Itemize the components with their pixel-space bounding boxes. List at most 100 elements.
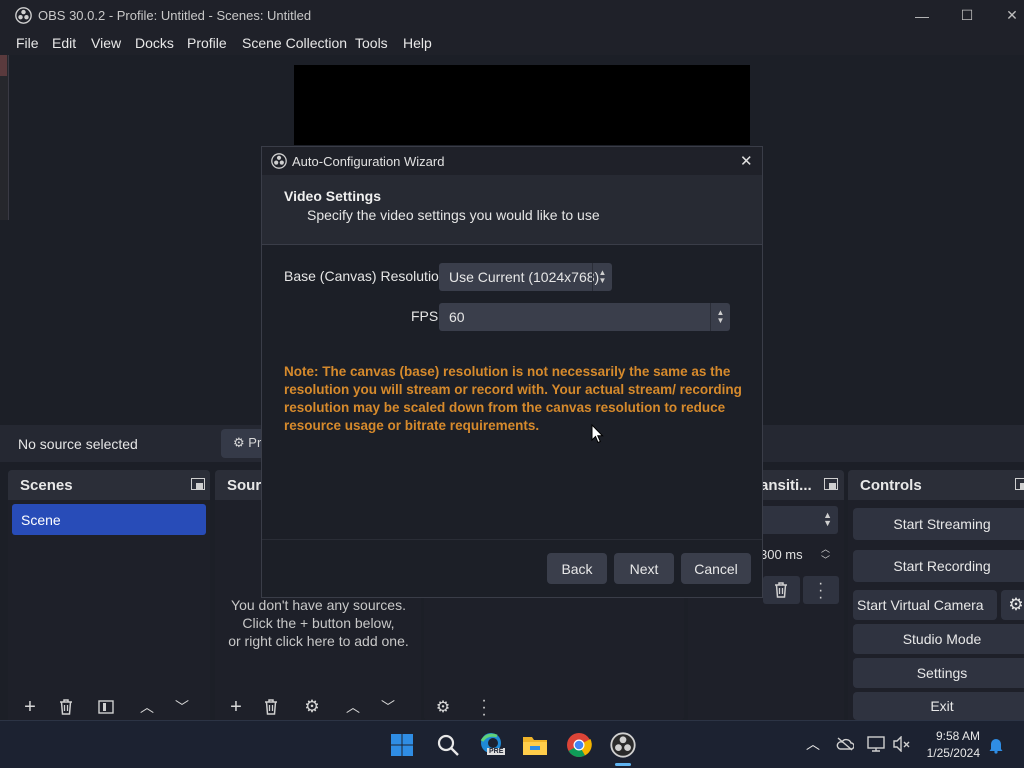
start-recording-button[interactable]: Start Recording xyxy=(853,550,1024,582)
undock-icon[interactable] xyxy=(191,478,205,490)
move-source-down-button[interactable]: ﹀ xyxy=(374,694,402,720)
minimize-button[interactable]: — xyxy=(899,0,945,31)
base-resolution-select[interactable]: Use Current (1024x768) ▲ ▼ xyxy=(439,263,612,291)
transitions-dock-title: ansiti... xyxy=(760,477,812,494)
title-bar: OBS 30.0.2 - Profile: Untitled - Scenes:… xyxy=(0,0,1024,31)
more-vertical-icon: · · · xyxy=(481,691,487,723)
add-source-button[interactable]: + xyxy=(222,694,250,720)
menu-scene-collection[interactable]: Scene Collection xyxy=(242,35,347,51)
volume-muted-icon[interactable] xyxy=(893,736,911,752)
remove-source-button[interactable] xyxy=(257,694,285,720)
trash-icon xyxy=(265,699,277,715)
window-title: OBS 30.0.2 - Profile: Untitled - Scenes:… xyxy=(38,8,312,23)
exit-button[interactable]: Exit xyxy=(853,692,1024,720)
move-source-up-button[interactable]: ︿ xyxy=(339,694,367,720)
menu-docks[interactable]: Docks xyxy=(135,35,174,51)
chevron-updown-icon: ▲ ▼ xyxy=(710,303,730,331)
dialog-title-bar: Auto-Configuration Wizard ✕ xyxy=(262,147,762,175)
more-vertical-icon: · · · xyxy=(818,575,824,606)
empty-line: or right click here to add one. xyxy=(228,633,409,649)
edge-preview-icon[interactable]: PRE xyxy=(479,731,506,759)
chrome-icon[interactable] xyxy=(566,732,592,758)
start-streaming-button[interactable]: Start Streaming xyxy=(853,508,1024,540)
transition-menu-button[interactable]: · · · xyxy=(803,575,839,606)
chevron-updown-icon: ▲ ▼ xyxy=(823,510,832,528)
duration-field[interactable]: 300 ms ︿ ﹀ xyxy=(760,541,838,569)
duration-value: 300 ms xyxy=(760,547,803,562)
scene-item[interactable]: Scene xyxy=(12,504,206,535)
clock-time[interactable]: 9:58 AM xyxy=(918,729,980,743)
undock-icon[interactable] xyxy=(1015,478,1024,490)
settings-button[interactable]: Settings xyxy=(853,658,1024,688)
empty-line: Click the + button below, xyxy=(242,615,395,631)
pre-badge: PRE xyxy=(487,748,506,755)
mixer-menu-button[interactable]: · · · xyxy=(470,691,498,723)
scene-filters-button[interactable] xyxy=(92,694,120,720)
dialog-header: Video Settings Specify the video setting… xyxy=(262,175,762,245)
base-resolution-label: Base (Canvas) Resolution xyxy=(284,268,447,284)
cancel-button[interactable]: Cancel xyxy=(681,553,751,584)
back-button[interactable]: Back xyxy=(547,553,607,584)
menu-view[interactable]: View xyxy=(91,35,121,51)
next-button[interactable]: Next xyxy=(614,553,674,584)
trash-icon xyxy=(60,699,72,715)
menu-help[interactable]: Help xyxy=(403,35,432,51)
network-icon[interactable] xyxy=(867,736,885,752)
obs-taskbar-icon[interactable] xyxy=(610,732,636,758)
notification-bell-icon[interactable] xyxy=(988,736,1004,754)
move-scene-down-button[interactable]: ﹀ xyxy=(168,694,196,720)
add-scene-button[interactable]: + xyxy=(16,694,44,720)
menu-tools[interactable]: Tools xyxy=(355,35,388,51)
menu-edit[interactable]: Edit xyxy=(52,35,76,51)
chevron-down-icon: ﹀ xyxy=(381,699,395,715)
virtual-camera-settings-button[interactable]: ⚙ xyxy=(1001,590,1024,620)
gear-icon: ⚙ xyxy=(1008,595,1024,614)
dialog-title: Auto-Configuration Wizard xyxy=(292,154,445,169)
search-icon[interactable] xyxy=(436,733,460,757)
scenes-dock-title: Scenes xyxy=(20,477,73,494)
transition-select[interactable]: ▲ ▼ xyxy=(760,506,838,534)
sources-empty-message: You don't have any sources. Click the + … xyxy=(216,596,421,650)
maximize-button[interactable]: ☐ xyxy=(944,0,990,31)
audio-settings-button[interactable]: ⚙ xyxy=(429,694,457,720)
resolution-note: Note: The canvas (base) resolution is no… xyxy=(284,364,742,433)
fps-value: 60 xyxy=(449,309,465,325)
gears-icon: ⚙ xyxy=(435,699,451,716)
trash-icon xyxy=(775,582,787,598)
plus-icon: + xyxy=(230,695,242,718)
onedrive-icon[interactable] xyxy=(836,737,854,751)
show-hidden-icons-chevron-icon[interactable]: ︿ xyxy=(806,734,820,754)
empty-line: You don't have any sources. xyxy=(231,597,406,613)
obs-logo-icon xyxy=(271,153,287,169)
fps-select[interactable]: 60 ▲ ▼ xyxy=(439,303,730,331)
scenes-list[interactable]: Scene xyxy=(8,500,210,720)
preview-canvas[interactable] xyxy=(294,65,750,145)
remove-transition-button[interactable] xyxy=(763,576,800,604)
dialog-heading: Video Settings xyxy=(284,188,381,204)
dialog-subheading: Specify the video settings you would lik… xyxy=(307,207,600,223)
scenes-dock-header: Scenes xyxy=(8,470,210,500)
controls-dock-title: Controls xyxy=(860,477,922,494)
spinner-icon[interactable]: ︿ ﹀ xyxy=(821,544,830,566)
move-scene-up-button[interactable]: ︿ xyxy=(133,694,161,720)
file-explorer-icon[interactable] xyxy=(522,733,548,757)
source-properties-button[interactable]: ⚙ xyxy=(298,694,326,720)
clock-date[interactable]: 1/25/2024 xyxy=(918,746,980,760)
start-virtual-camera-button[interactable]: Start Virtual Camera xyxy=(853,590,997,620)
windows-start-icon[interactable] xyxy=(390,733,414,757)
remove-scene-button[interactable] xyxy=(52,694,80,720)
dialog-close-button[interactable]: ✕ xyxy=(740,152,753,170)
obs-logo-icon xyxy=(15,7,32,24)
active-app-indicator xyxy=(615,763,631,766)
chevron-down-icon: ﹀ xyxy=(175,699,189,715)
close-window-button[interactable]: ✕ xyxy=(989,0,1024,31)
studio-mode-button[interactable]: Studio Mode xyxy=(853,624,1024,654)
menu-file[interactable]: File xyxy=(16,35,39,51)
undock-icon[interactable] xyxy=(824,478,838,490)
left-edge-marker xyxy=(0,55,7,76)
fps-label: FPS xyxy=(411,308,439,324)
menu-profile[interactable]: Profile xyxy=(187,35,227,51)
mouse-cursor-icon xyxy=(591,424,604,444)
chevron-updown-icon: ▲ ▼ xyxy=(592,263,612,291)
gear-icon: ⚙ xyxy=(233,435,245,450)
